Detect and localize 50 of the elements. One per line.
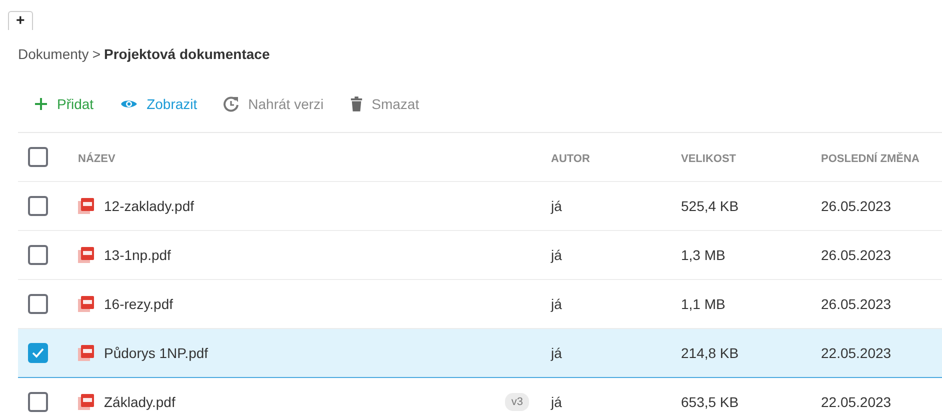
trash-icon xyxy=(350,96,363,112)
pdf-file-icon xyxy=(78,296,94,312)
view-button[interactable]: Zobrazit xyxy=(120,94,198,114)
size-cell: 653,5 KB xyxy=(681,394,739,410)
version-badge: v3 xyxy=(505,392,529,412)
checkbox[interactable] xyxy=(28,147,48,167)
date-cell: 26.05.2023 xyxy=(821,296,892,312)
plus-icon xyxy=(34,97,48,111)
file-name: 12-zaklady.pdf xyxy=(104,196,194,216)
pdf-file-icon xyxy=(78,345,94,361)
author-cell: já xyxy=(551,296,562,312)
pdf-file-icon xyxy=(78,394,94,410)
breadcrumb-separator: > xyxy=(92,46,100,62)
file-name: 16-rezy.pdf xyxy=(104,294,173,314)
history-icon xyxy=(223,96,240,112)
checkbox[interactable] xyxy=(28,294,48,314)
date-cell: 26.05.2023 xyxy=(821,198,892,214)
file-name: Základy.pdf xyxy=(104,392,176,412)
author-cell: já xyxy=(551,198,562,214)
date-cell: 26.05.2023 xyxy=(821,246,892,262)
checkbox[interactable] xyxy=(28,343,48,363)
table-row[interactable]: Půdorys 1NP.pdf já 214,8 KB 22.05.2023 xyxy=(18,329,942,378)
size-cell: 1,3 MB xyxy=(681,246,726,262)
column-header[interactable]: POSLEDNÍ ZMĚNA xyxy=(821,152,920,164)
author-cell: já xyxy=(551,344,562,360)
add-button[interactable]: Přidat xyxy=(34,94,94,114)
date-cell: 22.05.2023 xyxy=(821,344,892,360)
column-header[interactable]: VELIKOST xyxy=(681,152,736,164)
table-row[interactable]: Základy.pdf v3 já 653,5 KB 22.05.2023 xyxy=(18,378,942,419)
checkbox[interactable] xyxy=(28,392,48,412)
check-icon xyxy=(32,348,44,358)
table-row[interactable]: 13-1np.pdf já 1,3 MB 26.05.2023 xyxy=(18,231,942,280)
author-cell: já xyxy=(551,246,562,262)
author-cell: já xyxy=(551,394,562,410)
table-row[interactable]: 12-zaklady.pdf já 525,4 KB 26.05.2023 xyxy=(18,182,942,231)
checkbox[interactable] xyxy=(28,245,48,265)
pdf-file-icon xyxy=(78,247,94,263)
add-tab[interactable]: + xyxy=(8,11,33,30)
checkbox[interactable] xyxy=(28,196,48,216)
column-header[interactable]: NÁZEV xyxy=(78,152,116,164)
file-name: Půdorys 1NP.pdf xyxy=(104,344,208,363)
file-name: 13-1np.pdf xyxy=(104,246,171,265)
size-cell: 214,8 KB xyxy=(681,344,739,360)
pdf-file-icon xyxy=(78,198,94,214)
size-cell: 525,4 KB xyxy=(681,198,739,214)
breadcrumb-current: Projektová dokumentace xyxy=(104,46,270,62)
column-header[interactable]: AUTOR xyxy=(551,152,590,164)
breadcrumb-link[interactable]: Dokumenty xyxy=(18,46,89,62)
size-cell: 1,1 MB xyxy=(681,296,726,312)
date-cell: 22.05.2023 xyxy=(821,394,892,410)
